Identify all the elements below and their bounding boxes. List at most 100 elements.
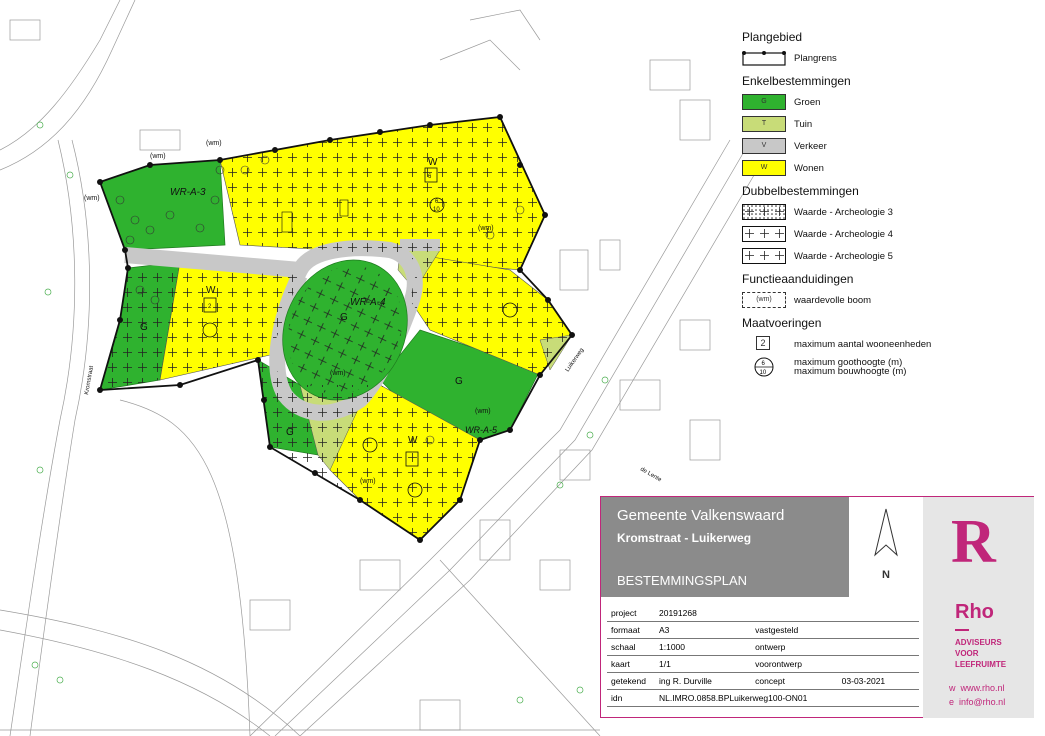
road-label-left: Kromstraat: [84, 365, 95, 395]
height-goot-value: 6: [762, 361, 766, 367]
row-status: [751, 605, 838, 622]
legend-item-verkeer: V Verkeer: [740, 136, 1040, 158]
row-date: [837, 638, 919, 656]
row-key: getekend: [607, 672, 655, 690]
legend-label: maximum goothoogte (m) maximum bouwhoogte…: [794, 358, 907, 377]
row-status: voorontwerp: [751, 655, 838, 673]
legend-item-units: 2 maximum aantal wooneenheden: [740, 334, 1040, 356]
title-info-table: project 20191268 formaat A3 vastgesteld sch…: [607, 605, 919, 707]
north-panel: N: [849, 497, 923, 597]
logo-divider: [955, 629, 969, 631]
rho-email[interactable]: e info@rho.nl: [949, 697, 1005, 707]
table-row: project 20191268: [607, 605, 919, 622]
legend-item-tuin: T Tuin: [740, 114, 1040, 136]
web-link[interactable]: www.rho.nl: [961, 683, 1005, 693]
legend-heading-plangebied: Plangebied: [742, 30, 803, 44]
label-wr-a4: WR-A-4: [350, 297, 386, 308]
table-row: formaat A3 vastgesteld: [607, 621, 919, 639]
rho-logo-panel: R Rho ADVISEURS VOOR LEEFRUIMTE w www.rh…: [923, 497, 1034, 718]
rho-logo-name: Rho: [955, 601, 994, 623]
label-wm-2: (wm): [206, 140, 222, 147]
verkeer-swatch: V: [742, 138, 786, 154]
table-row: getekend ing R. Durville concept 03-03-2021: [607, 672, 919, 690]
plan-type: BESTEMMINGSPLAN: [617, 573, 748, 588]
legend-label: Waarde - Archeologie 5: [794, 251, 893, 262]
legend-item-arch5: Waarde - Archeologie 5: [740, 246, 1040, 268]
row-date: [837, 655, 919, 673]
label-w-1: W: [428, 157, 438, 168]
legend-label-bouw: maximum bouwhoogte (m): [794, 366, 907, 377]
row-date: [837, 621, 919, 639]
legend-label: Plangrens: [794, 53, 837, 64]
row-key: formaat: [607, 621, 655, 639]
title-block: Gemeente Valkenswaard Kromstraat - Luike…: [600, 496, 1034, 718]
legend-label: Groen: [794, 97, 821, 108]
rho-tagline: ADVISEURS VOOR LEEFRUIMTE: [955, 637, 1006, 670]
label-wr-a3: WR-A-3: [170, 187, 206, 198]
legend-label: Wonen: [794, 163, 824, 174]
legend-label: Waarde - Archeologie 4: [794, 229, 893, 240]
legend-item-arch4: Waarde - Archeologie 4: [740, 224, 1040, 246]
label-g-2: G: [340, 312, 348, 323]
arch5-swatch: [742, 248, 786, 264]
legend-heading-functie: Functieaanduidingen: [742, 272, 854, 286]
plangrens-swatch: [742, 51, 786, 66]
row-key: kaart: [607, 655, 655, 673]
legend-label: Verkeer: [794, 141, 827, 152]
rho-logo-letter: R: [951, 508, 996, 576]
row-value: 20191268: [655, 605, 752, 622]
legend-item-plangrens: Plangrens: [740, 48, 1040, 70]
web-prefix: w: [949, 683, 956, 693]
row-date: [837, 605, 919, 622]
email-link[interactable]: info@rho.nl: [959, 697, 1005, 707]
row-value: NL.IMRO.0858.BPLuikerweg100-ON01: [655, 689, 919, 707]
legend-heading-enkel: Enkelbestemmingen: [742, 74, 851, 88]
legend-heading-maat: Maatvoeringen: [742, 316, 822, 330]
height-bouw-value: 10: [760, 370, 767, 376]
north-arrow-icon: [874, 508, 898, 557]
label-wm-6: (wm): [360, 478, 376, 485]
label-wr-a5: WR-A-5: [465, 425, 498, 435]
label-wm-3: (wm): [84, 195, 100, 202]
table-row: schaal 1:1000 ontwerp: [607, 638, 919, 656]
groen-swatch: G: [742, 94, 786, 110]
legend-heading-dubbel: Dubbelbestemmingen: [742, 184, 859, 198]
north-label: N: [882, 569, 890, 581]
wonen-swatch: W: [742, 160, 786, 176]
arch3-swatch: [742, 204, 786, 220]
municipality-name: Gemeente Valkenswaard: [617, 507, 785, 524]
row-status: ontwerp: [751, 638, 838, 656]
label-w-2: W: [206, 285, 216, 296]
arch4-swatch: [742, 226, 786, 242]
row-value: 1:1000: [655, 638, 752, 656]
legend-item-arch3: Waarde - Archeologie 3: [740, 202, 1040, 224]
plan-map-page: WR-A-3 WR-A-4 WR-A-5 G G G G W W W (wm) …: [0, 0, 1045, 736]
title-header: Gemeente Valkenswaard Kromstraat - Luike…: [601, 497, 924, 597]
row-key: idn: [607, 689, 655, 707]
boom-swatch: (wm): [742, 292, 786, 308]
row-value: ing R. Durville: [655, 672, 752, 690]
label-wm-1: (wm): [150, 153, 166, 160]
legend-item-wonen: W Wonen: [740, 158, 1040, 180]
height-circle-icon: 6 10: [754, 357, 774, 377]
row-value: 1/1: [655, 655, 752, 673]
legend-label: Tuin: [794, 119, 813, 130]
rho-web[interactable]: w www.rho.nl: [949, 683, 1005, 693]
legend-item-heights: 6 10 maximum goothoogte (m) maximum bouwh…: [740, 356, 1040, 382]
legend-label: Waarde - Archeologie 3: [794, 207, 893, 218]
road-label-right: Luikerweg: [565, 347, 586, 373]
email-prefix: e: [949, 697, 955, 707]
label-g-4: G: [286, 427, 294, 438]
row-value: A3: [655, 621, 752, 639]
label-wm-5: (wm): [475, 408, 491, 415]
label-g-1: G: [140, 322, 148, 333]
units-swatch: 2: [756, 336, 770, 350]
row-date: 03-03-2021: [837, 672, 919, 690]
legend-label: maximum aantal wooneenheden: [794, 339, 932, 350]
row-status: vastgesteld: [751, 621, 838, 639]
label-w-3: W: [408, 435, 418, 446]
row-key: project: [607, 605, 655, 622]
tagline-3: LEEFRUIMTE: [955, 660, 1007, 669]
legend: Plangebied Plangrens Enkelbestemmingen G…: [740, 30, 1040, 382]
legend-label: waardevolle boom: [794, 295, 872, 306]
